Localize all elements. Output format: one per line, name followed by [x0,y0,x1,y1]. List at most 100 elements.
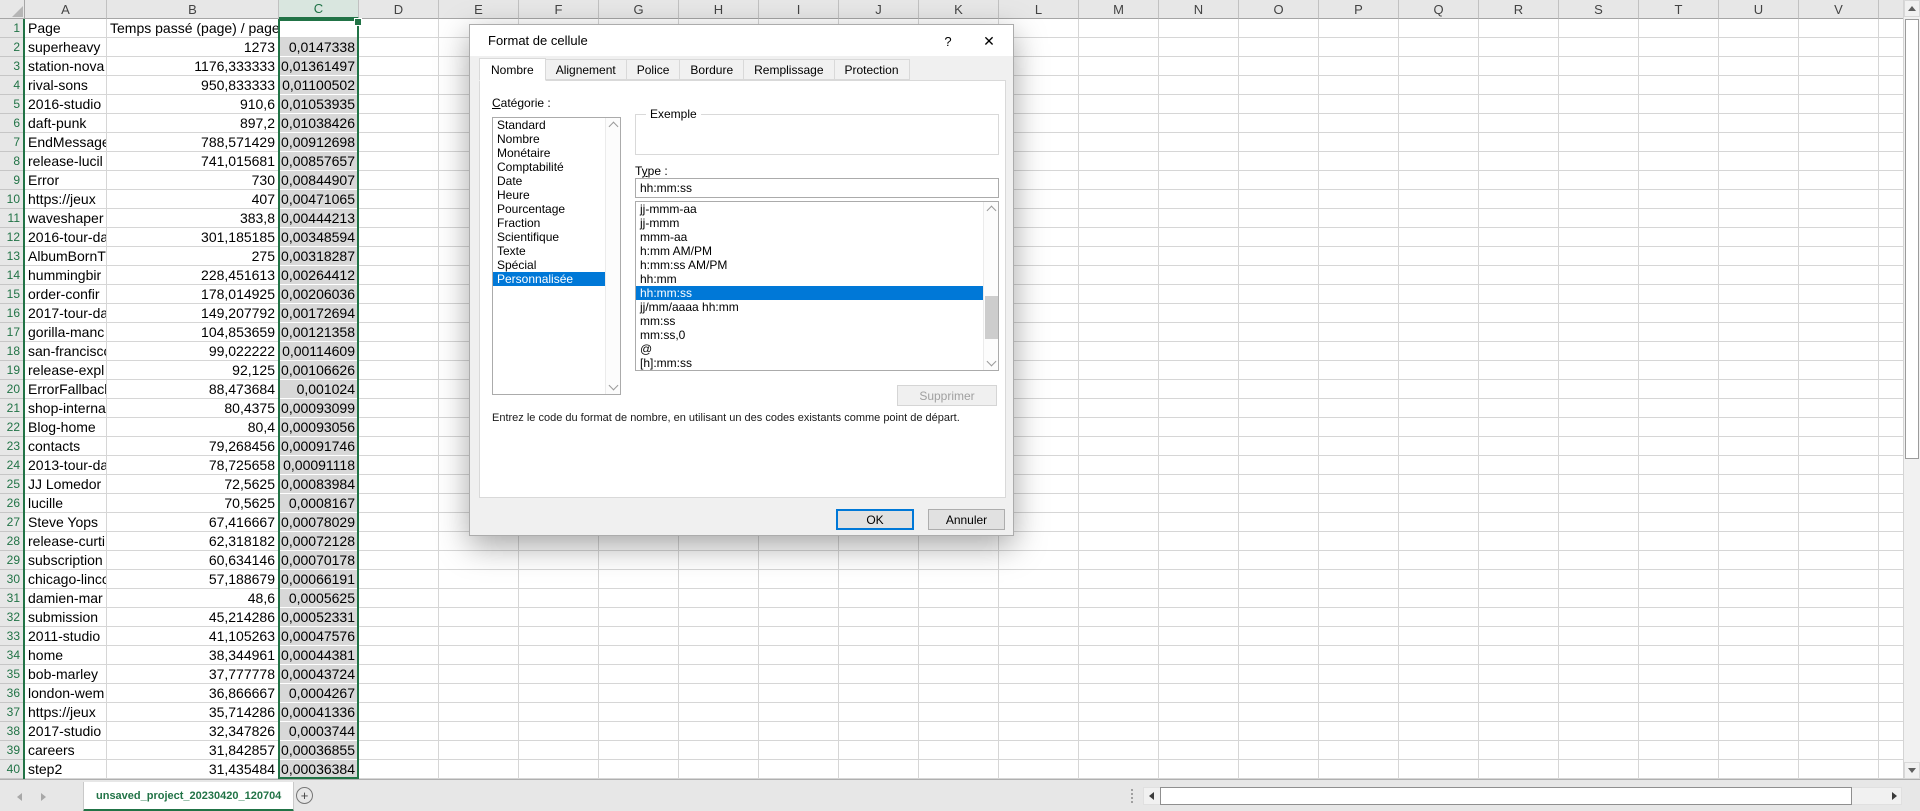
cell-O19[interactable] [1239,361,1319,380]
row-header-5[interactable]: 5 [0,95,25,114]
cell-B35[interactable]: 37,777778 [107,665,279,684]
cell-N26[interactable] [1159,494,1239,513]
cell-K33[interactable] [919,627,999,646]
cell-partial-8[interactable] [1879,152,1903,171]
cell-E33[interactable] [439,627,519,646]
cell-partial-4[interactable] [1879,76,1903,95]
row-header-35[interactable]: 35 [0,665,25,684]
cell-N16[interactable] [1159,304,1239,323]
cell-B15[interactable]: 178,014925 [107,285,279,304]
cell-T15[interactable] [1639,285,1719,304]
row-header-11[interactable]: 11 [0,209,25,228]
type-option-0[interactable]: jj-mmm-aa [636,202,983,216]
cell-L39[interactable] [999,741,1079,760]
row-header-23[interactable]: 23 [0,437,25,456]
cell-K38[interactable] [919,722,999,741]
cell-V25[interactable] [1799,475,1879,494]
cell-S3[interactable] [1559,57,1639,76]
cell-R1[interactable] [1479,19,1559,38]
cell-A1[interactable]: Page [25,19,107,38]
cell-A26[interactable]: lucille [25,494,107,513]
cell-T14[interactable] [1639,266,1719,285]
cell-O9[interactable] [1239,171,1319,190]
cell-L33[interactable] [999,627,1079,646]
cell-A6[interactable]: daft-punk [25,114,107,133]
col-header-E[interactable]: E [439,0,519,19]
cell-V1[interactable] [1799,19,1879,38]
cell-P20[interactable] [1319,380,1399,399]
type-option-11[interactable]: [h]:mm:ss [636,356,983,370]
cell-C12[interactable]: 0,00348594 [279,228,359,247]
cell-M6[interactable] [1079,114,1159,133]
cell-J32[interactable] [839,608,919,627]
cell-partial-23[interactable] [1879,437,1903,456]
cell-D9[interactable] [359,171,439,190]
cell-H37[interactable] [679,703,759,722]
cell-V12[interactable] [1799,228,1879,247]
row-header-26[interactable]: 26 [0,494,25,513]
dialog-titlebar[interactable]: Format de cellule [470,25,1013,56]
cell-N5[interactable] [1159,95,1239,114]
category-option-4[interactable]: Date [493,174,605,188]
scroll-up-button[interactable] [1904,0,1920,17]
cell-U12[interactable] [1719,228,1799,247]
cell-G33[interactable] [599,627,679,646]
cell-O3[interactable] [1239,57,1319,76]
cell-D39[interactable] [359,741,439,760]
cell-J38[interactable] [839,722,919,741]
cell-F29[interactable] [519,551,599,570]
cell-E37[interactable] [439,703,519,722]
cell-G40[interactable] [599,760,679,779]
cell-E36[interactable] [439,684,519,703]
cell-T38[interactable] [1639,722,1719,741]
col-header-U[interactable]: U [1719,0,1799,19]
cell-partial-40[interactable] [1879,760,1903,779]
cell-V21[interactable] [1799,399,1879,418]
cell-B17[interactable]: 104,853659 [107,323,279,342]
cell-U5[interactable] [1719,95,1799,114]
cell-T37[interactable] [1639,703,1719,722]
type-option-2[interactable]: mmm-aa [636,230,983,244]
cell-B2[interactable]: 1273 [107,38,279,57]
cell-N27[interactable] [1159,513,1239,532]
cell-Q33[interactable] [1399,627,1479,646]
cell-D3[interactable] [359,57,439,76]
cell-V7[interactable] [1799,133,1879,152]
cell-C5[interactable]: 0,01053935 [279,95,359,114]
cell-K31[interactable] [919,589,999,608]
cell-partial-3[interactable] [1879,57,1903,76]
cell-U4[interactable] [1719,76,1799,95]
cell-V29[interactable] [1799,551,1879,570]
cell-I29[interactable] [759,551,839,570]
cell-O15[interactable] [1239,285,1319,304]
cell-N9[interactable] [1159,171,1239,190]
cell-B37[interactable]: 35,714286 [107,703,279,722]
cell-partial-21[interactable] [1879,399,1903,418]
cell-P6[interactable] [1319,114,1399,133]
cell-Q11[interactable] [1399,209,1479,228]
dialog-tab-5[interactable]: Protection [834,59,910,80]
cell-S24[interactable] [1559,456,1639,475]
cell-P35[interactable] [1319,665,1399,684]
cell-C13[interactable]: 0,00318287 [279,247,359,266]
cell-S28[interactable] [1559,532,1639,551]
cell-E38[interactable] [439,722,519,741]
cell-L32[interactable] [999,608,1079,627]
cell-M10[interactable] [1079,190,1159,209]
cell-N17[interactable] [1159,323,1239,342]
cell-T11[interactable] [1639,209,1719,228]
cell-partial-17[interactable] [1879,323,1903,342]
cell-A20[interactable]: ErrorFallback [25,380,107,399]
cell-V27[interactable] [1799,513,1879,532]
cell-P15[interactable] [1319,285,1399,304]
cell-F39[interactable] [519,741,599,760]
cell-U8[interactable] [1719,152,1799,171]
cell-A33[interactable]: 2011-studio [25,627,107,646]
type-option-4[interactable]: h:mm:ss AM/PM [636,258,983,272]
cell-A37[interactable]: https://jeux [25,703,107,722]
category-option-2[interactable]: Monétaire [493,146,605,160]
cell-D8[interactable] [359,152,439,171]
cell-O39[interactable] [1239,741,1319,760]
cell-partial-15[interactable] [1879,285,1903,304]
cell-B11[interactable]: 383,8 [107,209,279,228]
